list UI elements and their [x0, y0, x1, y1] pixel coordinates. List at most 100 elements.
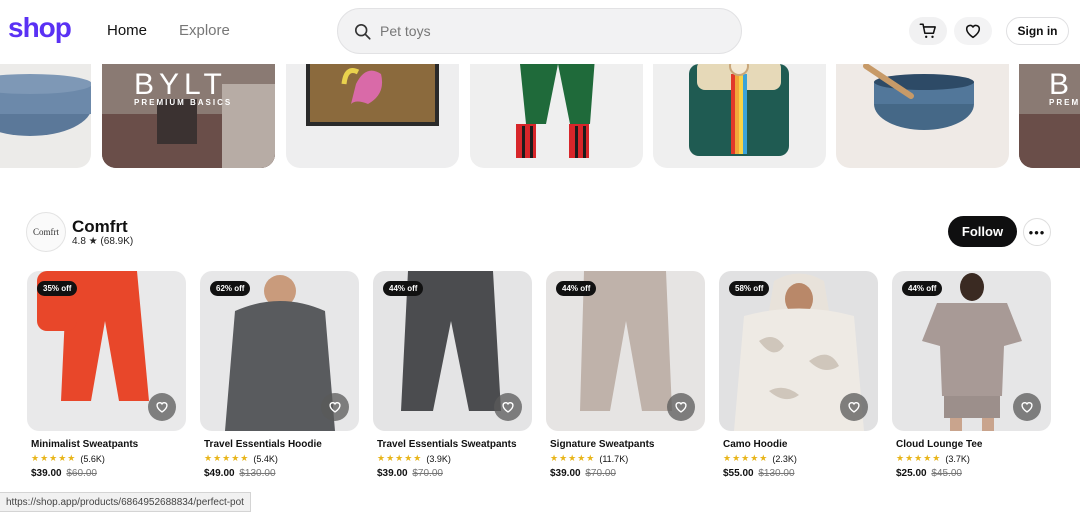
original-price: $60.00 [66, 468, 97, 479]
original-price: $130.00 [758, 468, 795, 479]
bylt-logo-subtitle: PREMIUM BASICS [134, 98, 233, 107]
search-bar[interactable] [337, 8, 742, 54]
nav-home-link[interactable]: Home [107, 22, 147, 39]
product-price: $25.00 $45.00 [892, 468, 1052, 479]
heart-icon [675, 402, 687, 413]
discount-badge: 62% off [210, 281, 251, 296]
heart-icon [848, 402, 860, 413]
favorite-button[interactable] [148, 393, 176, 421]
product-title[interactable]: Cloud Lounge Tee [892, 439, 1052, 450]
favorite-button[interactable] [1013, 393, 1041, 421]
sale-price: $39.00 [377, 468, 408, 479]
product-image[interactable]: 58% off [719, 271, 878, 431]
original-price: $130.00 [239, 468, 276, 479]
search-icon [354, 23, 371, 40]
product-title[interactable]: Minimalist Sweatpants [27, 439, 187, 450]
shop-rating: 4.8 ★ (68.9K) [72, 236, 134, 247]
perfect-pot-image [863, 64, 974, 130]
carousel-tile-bylt[interactable]: BYLT PREMIUM BASICS [102, 64, 275, 168]
heart-icon [502, 402, 514, 413]
product-rating: ★★★★★ (3.9K) [373, 453, 533, 464]
featured-carousel: BYLT PREMIUM BASICS B PREM [0, 64, 1080, 168]
discount-badge: 44% off [902, 281, 943, 296]
carousel-tile-bylt-2[interactable]: B PREM [1019, 64, 1080, 168]
star-rating-icon: ★★★★★ [204, 453, 250, 463]
original-price: $45.00 [931, 468, 962, 479]
product-card[interactable]: 44% off Signature Sweatpants ★★★★★ (11.7K… [546, 271, 706, 479]
more-options-button[interactable]: ••• [1023, 218, 1051, 246]
product-card[interactable]: 62% off Travel Essentials Hoodie ★★★★★ (5… [200, 271, 360, 479]
heart-icon [965, 24, 981, 39]
review-count: (11.7K) [599, 453, 629, 464]
sale-price: $25.00 [896, 468, 927, 479]
carousel-tile-backpack[interactable] [653, 64, 826, 168]
product-image[interactable]: 44% off [373, 271, 532, 431]
product-image[interactable]: 44% off [546, 271, 705, 431]
discount-badge: 35% off [37, 281, 78, 296]
bylt-logo-text: BYLT [134, 68, 227, 101]
product-card[interactable]: 35% off Minimalist Sweatpants ★★★★★ (5.6K… [27, 271, 187, 479]
product-title[interactable]: Camo Hoodie [719, 439, 879, 450]
shop-avatar[interactable]: Comfrt [26, 212, 66, 252]
carousel-tile-striped-pants[interactable] [470, 64, 643, 168]
star-rating-icon: ★★★★★ [377, 453, 423, 463]
favorite-button[interactable] [494, 393, 522, 421]
star-rating-icon: ★★★★★ [31, 453, 77, 463]
striped-pants-image [516, 64, 595, 158]
product-title[interactable]: Signature Sweatpants [546, 439, 706, 450]
follow-button[interactable]: Follow [948, 216, 1017, 247]
review-count: (5.6K) [80, 453, 105, 464]
product-rating: ★★★★★ (5.4K) [200, 453, 360, 464]
heart-icon [156, 402, 168, 413]
product-price: $39.00 $70.00 [373, 468, 533, 479]
carousel-tile-doormat[interactable] [286, 64, 459, 168]
blue-pot-image [0, 74, 91, 136]
product-price: $39.00 $70.00 [546, 468, 706, 479]
favorite-button[interactable] [840, 393, 868, 421]
review-count: (3.7K) [945, 453, 970, 464]
product-price: $39.00 $60.00 [27, 468, 187, 479]
heart-icon [329, 402, 341, 413]
favorite-button[interactable] [667, 393, 695, 421]
discount-badge: 44% off [383, 281, 424, 296]
cart-icon [919, 23, 936, 39]
star-rating-icon: ★★★★★ [550, 453, 596, 463]
favorite-button[interactable] [321, 393, 349, 421]
star-rating-icon: ★★★★★ [723, 453, 769, 463]
bylt-logo-text-2: B [1049, 68, 1070, 101]
sale-price: $39.00 [31, 468, 62, 479]
favorites-button[interactable] [954, 17, 992, 45]
review-count: (2.3K) [772, 453, 797, 464]
sale-price: $55.00 [723, 468, 754, 479]
discount-badge: 44% off [556, 281, 597, 296]
review-count: (3.9K) [426, 453, 451, 464]
product-rating: ★★★★★ (2.3K) [719, 453, 879, 464]
bylt-logo-subtitle-2: PREM [1049, 98, 1080, 107]
nav-explore-link[interactable]: Explore [179, 22, 230, 39]
shop-name[interactable]: Comfrt [72, 217, 128, 237]
product-card[interactable]: 58% off Camo Hoodie ★★★★★ (2.3K) $55.00 $… [719, 271, 879, 479]
sale-price: $49.00 [204, 468, 235, 479]
product-rating: ★★★★★ (5.6K) [27, 453, 187, 464]
carousel-tile-blue-pot[interactable] [0, 64, 91, 168]
product-image[interactable]: 35% off [27, 271, 186, 431]
product-image[interactable]: 44% off [892, 271, 1051, 431]
product-price: $49.00 $130.00 [200, 468, 360, 479]
search-input[interactable] [380, 9, 720, 53]
doormat-image [306, 64, 439, 126]
star-rating-icon: ★★★★★ [896, 453, 942, 463]
product-card[interactable]: 44% off Travel Essentials Sweatpants ★★★… [373, 271, 533, 479]
product-card[interactable]: 44% off Cloud Lounge Tee ★★★★★ (3.7K) $25… [892, 271, 1052, 479]
sale-price: $39.00 [550, 468, 581, 479]
product-title[interactable]: Travel Essentials Sweatpants [373, 439, 533, 450]
product-rating: ★★★★★ (11.7K) [546, 453, 706, 464]
carousel-tile-perfect-pot[interactable] [836, 64, 1009, 168]
browser-status-url: https://shop.app/products/6864952688834/… [0, 492, 251, 512]
heart-icon [1021, 402, 1033, 413]
cart-button[interactable] [909, 17, 947, 45]
product-rating: ★★★★★ (3.7K) [892, 453, 1052, 464]
sign-in-button[interactable]: Sign in [1006, 17, 1069, 45]
product-image[interactable]: 62% off [200, 271, 359, 431]
shop-logo[interactable]: shop [8, 12, 72, 44]
product-title[interactable]: Travel Essentials Hoodie [200, 439, 360, 450]
